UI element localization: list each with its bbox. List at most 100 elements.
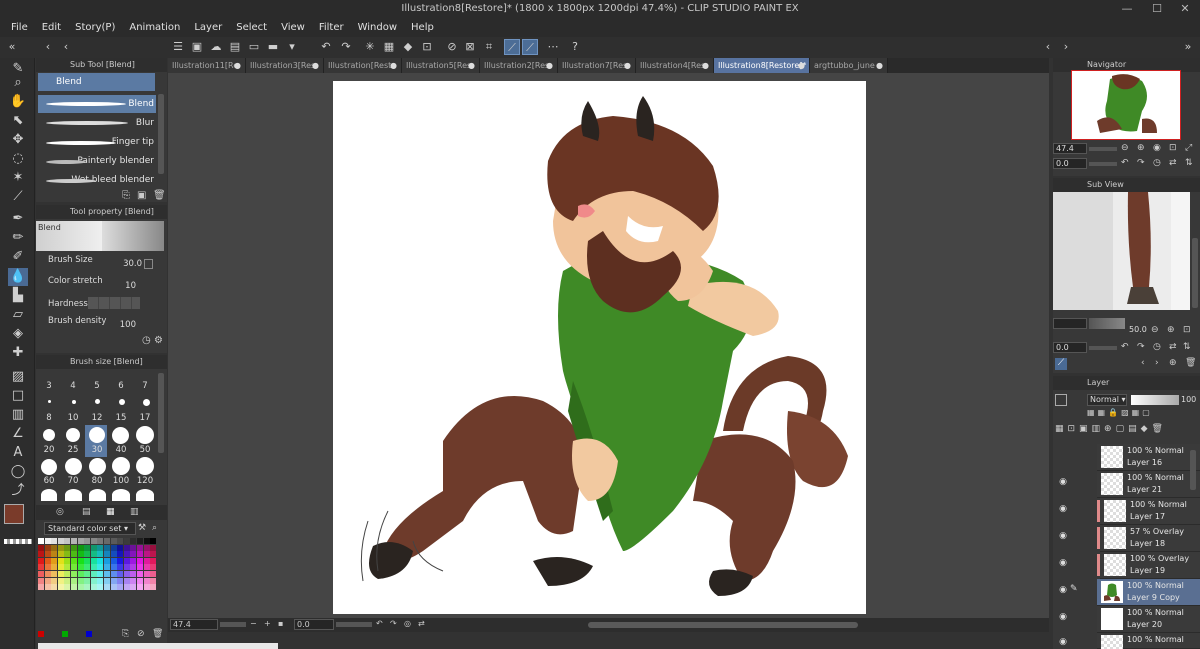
color-swatch[interactable] bbox=[77, 538, 84, 544]
color-swatch[interactable] bbox=[150, 551, 157, 558]
rotate-right-icon[interactable]: ↷ bbox=[1137, 158, 1145, 168]
color-swatch[interactable] bbox=[150, 571, 157, 577]
menu-select[interactable]: Select bbox=[229, 18, 274, 37]
sub-view-angle-field[interactable]: 0.0 bbox=[1053, 342, 1087, 353]
eye-icon[interactable]: ◉ bbox=[1057, 585, 1069, 595]
color-swatch[interactable] bbox=[150, 538, 157, 544]
color-swatch[interactable] bbox=[71, 551, 77, 558]
rotate-left-icon[interactable]: ↶ bbox=[1121, 342, 1129, 352]
deselect-icon[interactable]: ⊘ bbox=[444, 39, 460, 55]
color-swatch[interactable] bbox=[71, 584, 77, 591]
color-swatch[interactable] bbox=[64, 584, 71, 591]
color-swatch[interactable] bbox=[84, 551, 91, 558]
figure-icon[interactable]: □ bbox=[8, 387, 28, 405]
brush-size-10[interactable]: 10 bbox=[62, 413, 84, 423]
color-swatch[interactable] bbox=[77, 571, 84, 577]
snap-special-icon[interactable]: ⟋ bbox=[522, 39, 538, 55]
color-swatch[interactable] bbox=[97, 538, 104, 544]
tab-illustration2[interactable]: Illustration2[Res ● bbox=[480, 58, 558, 73]
color-swatch[interactable] bbox=[123, 544, 130, 551]
color-swatch[interactable] bbox=[137, 551, 143, 558]
fullscreen-icon[interactable]: ⤢ bbox=[1185, 143, 1192, 153]
brush-size-60[interactable]: 60 bbox=[38, 476, 60, 486]
color-swatch[interactable] bbox=[150, 544, 157, 551]
sparkle-icon[interactable]: ✳ bbox=[362, 39, 378, 55]
color-swatch[interactable] bbox=[38, 538, 44, 544]
color-swatch[interactable] bbox=[71, 571, 77, 577]
color-swatch[interactable] bbox=[117, 577, 124, 584]
settings-icon[interactable]: ⚙ bbox=[154, 335, 163, 346]
color-swatch[interactable] bbox=[137, 538, 143, 544]
color-swatch[interactable] bbox=[97, 557, 104, 564]
layer-row[interactable]: 100 % Normal bbox=[1097, 633, 1200, 649]
color-swatch[interactable] bbox=[57, 557, 64, 564]
color-swatch[interactable] bbox=[143, 551, 150, 558]
color-swatch[interactable] bbox=[51, 564, 58, 571]
flip-horizontal-icon[interactable]: ⇄ bbox=[1169, 158, 1177, 168]
brush-size-100[interactable]: 100 bbox=[110, 476, 132, 486]
color-swatch[interactable] bbox=[44, 571, 51, 577]
layer-row[interactable]: 100 % Normal Layer 21 bbox=[1097, 471, 1200, 498]
invert-selection-icon[interactable]: ⊠ bbox=[462, 39, 478, 55]
color-swatch[interactable] bbox=[137, 584, 143, 591]
layer-row[interactable]: 100 % Normal Layer 20 bbox=[1097, 606, 1200, 633]
color-swatch[interactable] bbox=[130, 538, 137, 544]
brush-size-25[interactable]: 25 bbox=[62, 445, 84, 455]
color-swatch[interactable] bbox=[64, 538, 71, 544]
flip-vertical-icon[interactable]: ⇅ bbox=[1185, 158, 1193, 168]
fit-icon[interactable]: ⊡ bbox=[1183, 325, 1191, 335]
color-swatch[interactable] bbox=[38, 544, 44, 551]
color-swatch[interactable] bbox=[77, 584, 84, 591]
rotate-right-icon[interactable]: ↷ bbox=[1137, 342, 1145, 352]
brush-size-12[interactable]: 12 bbox=[86, 413, 108, 423]
color-swatch[interactable] bbox=[97, 584, 104, 591]
color-swatch[interactable] bbox=[117, 544, 124, 551]
color-swatch[interactable] bbox=[110, 564, 117, 571]
color-set-tab-icon[interactable]: ▦ bbox=[106, 507, 115, 517]
grid-icon[interactable]: ⋯ bbox=[545, 39, 561, 55]
opacity-slider[interactable] bbox=[1131, 395, 1179, 405]
color-wheel-tab-icon[interactable]: ◎ bbox=[56, 507, 64, 517]
color-swatch[interactable] bbox=[84, 538, 91, 544]
color-swatch[interactable] bbox=[143, 584, 150, 591]
brush-size-8[interactable]: 8 bbox=[38, 413, 60, 423]
color-swatch[interactable] bbox=[38, 584, 44, 591]
navigator-preview[interactable] bbox=[1071, 70, 1181, 140]
color-swatch[interactable] bbox=[123, 551, 130, 558]
chevron-left-icon[interactable]: ‹ bbox=[1040, 39, 1056, 55]
brush-item-wet-bleed-blender[interactable]: Wet bleed blender bbox=[38, 171, 156, 189]
color-swatch[interactable] bbox=[44, 577, 51, 584]
color-swatch[interactable] bbox=[137, 571, 143, 577]
delete-icon[interactable]: 🗑 bbox=[1185, 358, 1196, 368]
color-swatch[interactable] bbox=[57, 564, 64, 571]
color-swatch[interactable] bbox=[84, 577, 91, 584]
sub-view-scrollbar[interactable] bbox=[1192, 238, 1198, 308]
minimize-button[interactable]: — bbox=[1112, 0, 1142, 18]
color-swatch[interactable] bbox=[44, 551, 51, 558]
color-swatch[interactable] bbox=[130, 584, 137, 591]
color-swatch[interactable] bbox=[97, 571, 104, 577]
color-swatch[interactable] bbox=[71, 577, 77, 584]
color-swatch[interactable] bbox=[77, 564, 84, 571]
brush-size-40[interactable]: 40 bbox=[110, 445, 132, 455]
color-swatch[interactable] bbox=[90, 564, 97, 571]
color-swatch[interactable] bbox=[110, 584, 117, 591]
color-swatch[interactable] bbox=[64, 544, 71, 551]
green-swatch-icon[interactable] bbox=[62, 631, 68, 637]
layer-row[interactable]: 100 % Normal Layer 16 bbox=[1097, 444, 1200, 471]
angle-slider[interactable] bbox=[336, 622, 372, 627]
color-swatch-grid[interactable] bbox=[38, 538, 158, 594]
open-folder-icon[interactable]: ▭ bbox=[246, 39, 262, 55]
color-swatch[interactable] bbox=[51, 538, 58, 544]
eye-icon[interactable]: ◉ bbox=[1057, 558, 1069, 568]
color-swatch[interactable] bbox=[104, 571, 110, 577]
tab-illustration4[interactable]: Illustration4[Res ● bbox=[636, 58, 714, 73]
tab-illustration3[interactable]: Illustration3[Res ● bbox=[246, 58, 324, 73]
color-swatch[interactable] bbox=[77, 544, 84, 551]
tab-argttubbo-june[interactable]: argttubbo_june ● bbox=[810, 58, 888, 73]
reset-rotation-icon[interactable]: ◎ bbox=[404, 619, 411, 628]
color-swatch[interactable] bbox=[77, 557, 84, 564]
color-swatch[interactable] bbox=[57, 538, 64, 544]
menu-animation[interactable]: Animation bbox=[122, 18, 187, 37]
zoom-in-icon[interactable]: + bbox=[264, 619, 271, 628]
